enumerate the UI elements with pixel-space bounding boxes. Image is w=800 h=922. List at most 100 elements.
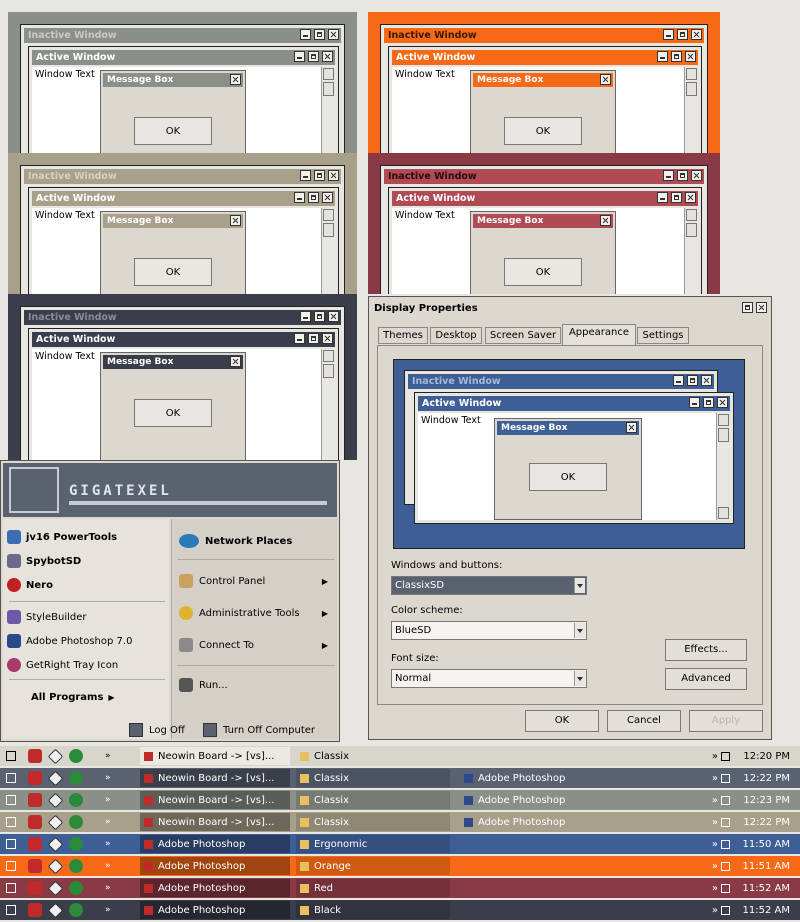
- pinned-spybot[interactable]: SpybotSD: [7, 551, 81, 571]
- tray-arrows-icon[interactable]: »: [712, 773, 718, 784]
- apply-button[interactable]: Apply: [689, 710, 763, 732]
- connect-to[interactable]: Connect To ▶: [179, 633, 334, 657]
- quicklaunch-app-icon[interactable]: [28, 771, 42, 785]
- close-icon[interactable]: [322, 333, 333, 344]
- ok-button[interactable]: OK: [525, 710, 599, 732]
- quicklaunch-diamond-icon[interactable]: [47, 792, 64, 808]
- tray-volume-icon[interactable]: [721, 905, 730, 915]
- close-icon[interactable]: [322, 51, 333, 62]
- vertical-scrollbar[interactable]: [321, 208, 335, 294]
- minimize-icon[interactable]: [300, 170, 311, 181]
- vertical-scrollbar[interactable]: [321, 67, 335, 153]
- quicklaunch-app-icon[interactable]: [28, 793, 42, 807]
- close-icon[interactable]: [717, 397, 728, 408]
- quicklaunch-app-icon[interactable]: [28, 749, 42, 763]
- maximize-icon[interactable]: [671, 51, 682, 62]
- close-icon[interactable]: [691, 29, 702, 40]
- minimize-icon[interactable]: [689, 397, 700, 408]
- maximize-icon[interactable]: [314, 170, 325, 181]
- preview-scrollbar[interactable]: [716, 413, 730, 520]
- maximize-icon[interactable]: [308, 333, 319, 344]
- task-button-3[interactable]: [460, 747, 610, 765]
- quicklaunch-app-icon[interactable]: [28, 881, 42, 895]
- minimize-icon[interactable]: [663, 170, 674, 181]
- recent-photoshop[interactable]: Adobe Photoshop 7.0: [7, 631, 132, 651]
- task-button-2[interactable]: Classix: [296, 813, 450, 831]
- close-icon[interactable]: [230, 215, 241, 226]
- scroll-thumb[interactable]: [323, 82, 334, 96]
- task-button-2[interactable]: Black: [296, 901, 450, 919]
- quicklaunch-diamond-icon[interactable]: [47, 770, 64, 786]
- maximize-icon[interactable]: [677, 170, 688, 181]
- task-button-1[interactable]: Neowin Board -> [vs]...: [140, 769, 290, 787]
- start-button-icon[interactable]: [6, 795, 16, 805]
- font-size-select[interactable]: Normal: [391, 669, 587, 688]
- maximize-icon[interactable]: [308, 51, 319, 62]
- task-button-3[interactable]: Adobe Photoshop: [460, 791, 610, 809]
- scroll-up-icon[interactable]: [686, 209, 697, 221]
- administrative-tools[interactable]: Administrative Tools ▶: [179, 601, 334, 625]
- start-button-icon[interactable]: [6, 883, 16, 893]
- task-button-2[interactable]: Classix: [296, 791, 450, 809]
- start-button-icon[interactable]: [6, 817, 16, 827]
- close-icon[interactable]: [328, 170, 339, 181]
- task-button-2[interactable]: Ergonomic: [296, 835, 450, 853]
- minimize-icon[interactable]: [294, 51, 305, 62]
- task-button-1[interactable]: Neowin Board -> [vs]...: [140, 813, 290, 831]
- scroll-up-icon[interactable]: [323, 350, 334, 362]
- minimize-icon[interactable]: [657, 51, 668, 62]
- vertical-scrollbar[interactable]: [684, 208, 698, 294]
- close-icon[interactable]: [230, 74, 241, 85]
- start-button-icon[interactable]: [6, 905, 16, 915]
- task-button-2[interactable]: Orange: [296, 857, 450, 875]
- message-ok-button[interactable]: OK: [504, 258, 582, 286]
- pinned-nero[interactable]: Nero: [7, 575, 53, 595]
- scroll-thumb[interactable]: [686, 82, 697, 96]
- close-icon[interactable]: [626, 422, 637, 433]
- minimize-icon[interactable]: [673, 375, 684, 386]
- scroll-thumb[interactable]: [323, 223, 334, 237]
- start-button-icon[interactable]: [6, 861, 16, 871]
- all-programs[interactable]: All Programs ▶: [31, 687, 115, 707]
- task-button-1[interactable]: Neowin Board -> [vs]...: [140, 791, 290, 809]
- message-ok-button[interactable]: OK: [134, 258, 212, 286]
- chevron-right-icon[interactable]: »: [105, 905, 111, 915]
- tray-arrows-icon[interactable]: »: [712, 883, 718, 894]
- pinned-jv16[interactable]: jv16 PowerTools: [7, 527, 117, 547]
- start-button-icon[interactable]: [6, 751, 16, 761]
- task-button-2[interactable]: Red: [296, 879, 450, 897]
- tab-settings[interactable]: Settings: [637, 327, 689, 344]
- cancel-button[interactable]: Cancel: [607, 710, 681, 732]
- quicklaunch-diamond-icon[interactable]: [47, 880, 64, 896]
- scroll-down-icon[interactable]: [718, 507, 729, 519]
- maximize-icon[interactable]: [677, 29, 688, 40]
- tray-volume-icon[interactable]: [721, 883, 730, 893]
- chevron-right-icon[interactable]: »: [105, 751, 111, 761]
- minimize-icon[interactable]: [294, 192, 305, 203]
- quicklaunch-diamond-icon[interactable]: [47, 836, 64, 852]
- tray-volume-icon[interactable]: [721, 861, 730, 871]
- message-ok-button[interactable]: OK: [504, 117, 582, 145]
- quicklaunch-diamond-icon[interactable]: [47, 858, 64, 874]
- scroll-thumb[interactable]: [718, 428, 729, 442]
- task-button-3[interactable]: [460, 835, 610, 853]
- preview-ok-button[interactable]: OK: [529, 463, 607, 491]
- scroll-up-icon[interactable]: [686, 68, 697, 80]
- quicklaunch-globe-icon[interactable]: [69, 815, 83, 829]
- vertical-scrollbar[interactable]: [684, 67, 698, 153]
- recent-getright[interactable]: GetRight Tray Icon: [7, 655, 118, 675]
- minimize-icon[interactable]: [663, 29, 674, 40]
- task-button-1[interactable]: Adobe Photoshop: [140, 901, 290, 919]
- run[interactable]: Run...: [179, 673, 334, 697]
- minimize-icon[interactable]: [300, 29, 311, 40]
- task-button-1[interactable]: Neowin Board -> [vs]...: [140, 747, 290, 765]
- tray-arrows-icon[interactable]: »: [712, 795, 718, 806]
- close-icon[interactable]: [328, 311, 339, 322]
- message-ok-button[interactable]: OK: [134, 117, 212, 145]
- quicklaunch-diamond-icon[interactable]: [47, 814, 64, 830]
- quicklaunch-globe-icon[interactable]: [69, 881, 83, 895]
- task-button-3[interactable]: [460, 879, 610, 897]
- task-button-2[interactable]: Classix: [296, 747, 450, 765]
- quicklaunch-globe-icon[interactable]: [69, 859, 83, 873]
- close-icon[interactable]: [701, 375, 712, 386]
